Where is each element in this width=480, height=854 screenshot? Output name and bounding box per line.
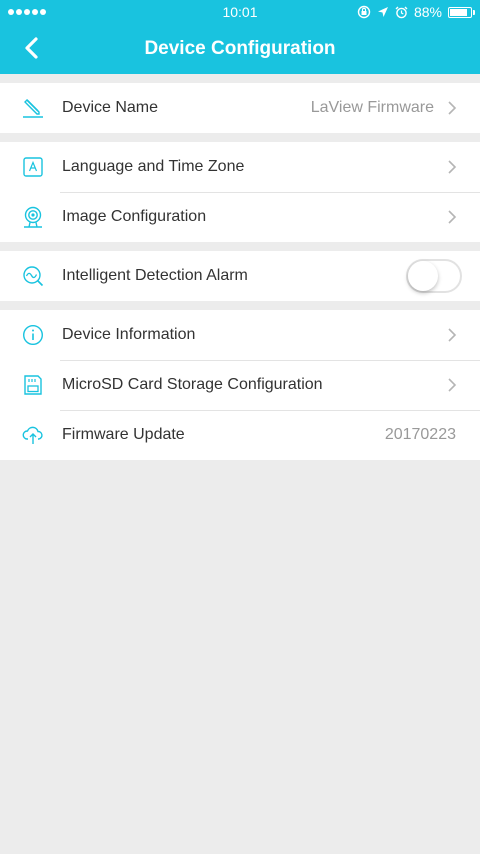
orientation-lock-icon [357,5,371,19]
camera-icon [22,206,44,228]
device-name-section: Device Name LaView Firmware [0,83,480,133]
detection-icon [22,265,44,287]
image-configuration-row[interactable]: Image Configuration [0,192,480,242]
microsd-storage-label: MicroSD Card Storage Configuration [62,376,323,393]
firmware-update-row[interactable]: Firmware Update 20170223 [0,410,480,460]
language-timezone-row[interactable]: Language and Time Zone [0,142,480,192]
back-button[interactable] [18,34,46,62]
general-settings-section: Language and Time Zone Image Configurati… [0,142,480,242]
alarm-section: Intelligent Detection Alarm [0,251,480,301]
chevron-right-icon [448,378,457,392]
info-icon [22,324,44,346]
microsd-storage-row[interactable]: MicroSD Card Storage Configuration [0,360,480,410]
device-info-section: Device Information MicroSD Card Storage … [0,310,480,460]
toggle-knob [408,261,438,291]
device-name-label: Device Name [62,99,159,116]
location-arrow-icon [377,7,388,17]
chevron-right-icon [448,328,457,342]
signal-strength-icon [8,9,46,15]
cloud-upload-icon [22,424,44,446]
firmware-version-value: 20170223 [384,426,456,443]
firmware-update-label: Firmware Update [62,426,185,443]
sd-card-icon [22,374,44,396]
alarm-clock-icon [395,6,408,18]
language-timezone-label: Language and Time Zone [62,158,245,175]
image-configuration-label: Image Configuration [62,208,207,225]
intelligent-detection-alarm-toggle[interactable] [406,259,462,293]
device-information-row[interactable]: Device Information [0,310,480,360]
device-information-label: Device Information [62,326,196,343]
chevron-right-icon [448,101,457,115]
pen-icon [22,97,44,119]
device-name-value: LaView Firmware [310,99,434,116]
status-bar: 10:01 88% [0,0,480,24]
device-name-row[interactable]: Device Name LaView Firmware [0,83,480,133]
battery-icon [448,6,475,18]
intelligent-detection-alarm-label: Intelligent Detection Alarm [62,267,248,284]
chevron-left-icon [25,37,38,59]
page-title: Device Configuration [144,38,336,59]
chevron-right-icon [448,210,457,224]
language-icon [22,156,44,178]
chevron-right-icon [448,160,457,174]
intelligent-detection-alarm-row: Intelligent Detection Alarm [0,251,480,301]
battery-percentage: 88% [413,4,442,20]
app-header: Device Configuration [0,24,480,74]
